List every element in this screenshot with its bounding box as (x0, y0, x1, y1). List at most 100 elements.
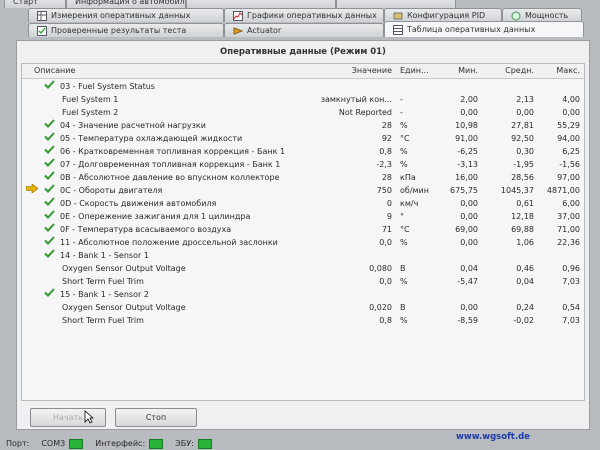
cell-min: 0,00 (460, 108, 478, 117)
cell-min: 0,00 (460, 238, 478, 247)
tab-measurements[interactable]: Измерения оперативных данных (28, 8, 224, 22)
cell-unit: - (400, 108, 403, 117)
tab-live-data-table[interactable]: Таблица оперативных данных (384, 21, 584, 37)
cell-description: Oxygen Sensor Output Voltage (62, 303, 186, 312)
table-row[interactable]: Short Term Fuel Trim 0,0% -5,47 0,04 7,03 (22, 275, 584, 288)
cell-avg: 28,56 (511, 173, 534, 182)
cell-description: Oxygen Sensor Output Voltage (62, 264, 186, 273)
table-row[interactable]: Oxygen Sensor Output Voltage 0,080 В 0,04 0,… (22, 262, 584, 275)
cell-min: 0,00 (460, 212, 478, 221)
cell-value: Not Reported (338, 108, 392, 117)
cell-unit: об/мин (400, 186, 429, 195)
cell-max: 94,00 (557, 134, 580, 143)
cell-unit: % (400, 160, 408, 169)
tab-start[interactable]: Старт (4, 0, 66, 8)
cell-unit: ° (400, 212, 404, 221)
table-row[interactable]: Fuel System 1 замкнутый кон... - 2,00 2,13 4,… (22, 93, 584, 106)
cell-value: 750 (376, 186, 392, 195)
column-header-value[interactable]: Значение (352, 64, 392, 78)
table-row[interactable]: 11 - Абсолютное положение дроссельной за… (22, 236, 584, 249)
tab-start-label: Старт (13, 0, 38, 6)
column-header-unit[interactable]: Един... (400, 64, 429, 78)
tab-test-results[interactable]: Проверенные результаты теста (28, 23, 224, 37)
table-row[interactable]: 07 - Долговременная топливная коррекция … (22, 158, 584, 171)
cell-min: 16,00 (455, 173, 478, 182)
cell-min: -8,59 (457, 316, 478, 325)
cell-unit: % (400, 238, 408, 247)
cell-min: 91,00 (455, 134, 478, 143)
live-data-grid[interactable]: Описание Значение Един... Мин. Средн. Ма… (21, 63, 585, 401)
table-row[interactable]: Oxygen Sensor Output Voltage 0,020 В 0,00 0,… (22, 301, 584, 314)
table-row[interactable]: Short Term Fuel Trim 0,8% -8,59 -0,02 7,03 (22, 314, 584, 327)
checkmark-icon (44, 119, 55, 128)
table-row[interactable]: 14 - Bank 1 - Sensor 1 (22, 249, 584, 262)
cell-max: 0,00 (562, 108, 580, 117)
table-row[interactable]: 0F - Температура всасываемого воздуха 71 °… (22, 223, 584, 236)
stop-button[interactable]: Стоп (115, 408, 197, 427)
table-row[interactable]: 05 - Температура охлаждающей жидкости 92 °… (22, 132, 584, 145)
cell-unit: °C (400, 225, 410, 234)
cell-min: 675,75 (450, 186, 478, 195)
cell-avg: 1,06 (516, 238, 534, 247)
column-header-avg[interactable]: Средн. (505, 64, 534, 78)
cell-max: 4871,00 (546, 186, 580, 195)
cell-avg: 0,30 (516, 147, 534, 156)
table-row[interactable]: 03 - Fuel System Status (22, 80, 584, 93)
cell-value: замкнутый кон... (320, 95, 392, 104)
cell-min: 0,00 (460, 303, 478, 312)
table-row[interactable]: 0D - Скорость движения автомобиля 0 км/ч 0,… (22, 197, 584, 210)
tab-row-bottom: Проверенные результаты теста Actuator Та… (0, 21, 600, 37)
cell-unit: км/ч (400, 199, 419, 208)
table-row[interactable]: Fuel System 2 Not Reported - 0,00 0,00 0,00 (22, 106, 584, 119)
tab-hidden-1[interactable] (186, 0, 336, 8)
cell-unit: В (400, 303, 406, 312)
tab-power[interactable]: Мощность (502, 8, 582, 22)
tab-test-results-label: Проверенные результаты теста (51, 25, 187, 35)
checkmark-icon (44, 236, 55, 245)
column-header-description[interactable]: Описание (34, 64, 75, 78)
table-row[interactable]: 15 - Bank 1 - Sensor 2 (22, 288, 584, 301)
cell-avg: 0,00 (516, 108, 534, 117)
cell-description: 14 - Bank 1 - Sensor 1 (60, 251, 149, 260)
tab-hidden-2[interactable] (336, 0, 456, 8)
tab-graphs[interactable]: Графики оперативных данных (224, 8, 384, 22)
cell-max: 37,00 (557, 212, 580, 221)
cell-description: 11 - Абсолютное положение дроссельной за… (60, 238, 278, 247)
cell-unit: - (400, 95, 403, 104)
cell-value: -2,3 (376, 160, 392, 169)
tab-measurements-label: Измерения оперативных данных (51, 10, 191, 20)
cell-max: 22,36 (557, 238, 580, 247)
cell-unit: % (400, 121, 408, 130)
cell-description: Short Term Fuel Trim (62, 277, 144, 286)
table-row[interactable]: 0B - Абсолютное давление во впускном кол… (22, 171, 584, 184)
panel-title: Оперативные данные (Режим 01) (220, 47, 386, 57)
tab-row-middle: Измерения оперативных данных Графики опе… (0, 8, 600, 22)
tab-actuator[interactable]: Actuator (224, 23, 384, 37)
cell-unit: В (400, 264, 406, 273)
cell-avg: 0,24 (516, 303, 534, 312)
column-header-max[interactable]: Макс. (556, 64, 580, 78)
table-row[interactable]: 04 - Значение расчетной нагрузки 28% 10,98… (22, 119, 584, 132)
cell-description: Fuel System 1 (62, 95, 119, 104)
cell-value: 0,0 (379, 277, 392, 286)
tab-vehicle-info-label: Информация о автомобиле (75, 0, 186, 6)
ecu-status-led (197, 438, 212, 449)
start-button[interactable]: Начать (30, 408, 106, 427)
cell-value: 0,080 (369, 264, 392, 273)
cell-avg: 1045,37 (500, 186, 534, 195)
checkmark-icon (44, 132, 55, 141)
cell-min: -3,13 (457, 160, 478, 169)
table-row[interactable]: 0E - Опережение зажигания для 1 цилиндра… (22, 210, 584, 223)
tab-pid-config[interactable]: Конфигурация PID (384, 8, 502, 22)
column-header-min[interactable]: Мин. (458, 64, 478, 78)
cell-value: 92 (381, 134, 392, 143)
cell-value: 28 (381, 121, 392, 130)
table-row[interactable]: 06 - Кратковременная топливная коррекция… (22, 145, 584, 158)
tab-vehicle-info[interactable]: Информация о автомобиле (66, 0, 186, 8)
cell-value: 9 (386, 212, 392, 221)
cell-max: 97,00 (557, 173, 580, 182)
cell-min: 69,00 (455, 225, 478, 234)
cell-description: 0D - Скорость движения автомобиля (60, 199, 217, 208)
table-row[interactable]: 0C - Обороты двигателя 750 об/мин 675,75 104… (22, 183, 584, 197)
cell-min: 0,04 (460, 264, 478, 273)
